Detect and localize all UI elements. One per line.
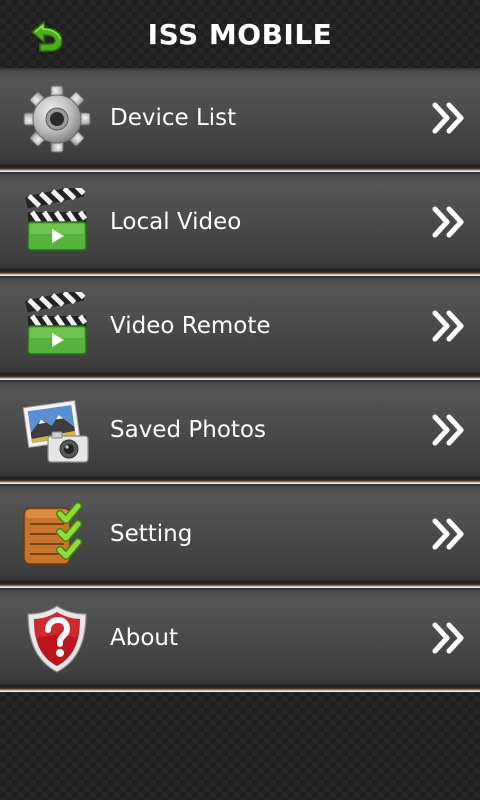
- menu-item-label: Video Remote: [110, 313, 271, 339]
- title-bar: ISS MOBILE: [0, 0, 480, 68]
- menu-item-label: Saved Photos: [110, 417, 266, 443]
- menu-item-label: Setting: [110, 521, 193, 547]
- menu-item-local-video[interactable]: Local Video: [0, 172, 480, 276]
- checklist-box-icon: [22, 500, 92, 570]
- menu-item-label: Device List: [110, 105, 237, 131]
- menu-item-label: Local Video: [110, 209, 242, 235]
- menu-item-about[interactable]: About: [0, 588, 480, 692]
- double-chevron-right-icon: [432, 518, 466, 550]
- double-chevron-right-icon: [432, 622, 466, 654]
- clapperboard-icon: [22, 292, 92, 362]
- page-title: ISS MOBILE: [147, 18, 333, 51]
- double-chevron-right-icon: [432, 414, 466, 446]
- menu-item-video-remote[interactable]: Video Remote: [0, 276, 480, 380]
- double-chevron-right-icon: [432, 206, 466, 238]
- menu-item-device-list[interactable]: Device List: [0, 68, 480, 172]
- clapperboard-icon: [22, 188, 92, 258]
- menu-item-setting[interactable]: Setting: [0, 484, 480, 588]
- photos-camera-icon: [22, 396, 92, 466]
- double-chevron-right-icon: [432, 310, 466, 342]
- menu-item-saved-photos[interactable]: Saved Photos: [0, 380, 480, 484]
- gear-icon: [22, 84, 92, 154]
- double-chevron-right-icon: [432, 102, 466, 134]
- menu-item-label: About: [110, 625, 179, 651]
- question-shield-icon: [22, 604, 92, 674]
- main-menu: Device List Local Video Video Remote Sav…: [0, 68, 480, 692]
